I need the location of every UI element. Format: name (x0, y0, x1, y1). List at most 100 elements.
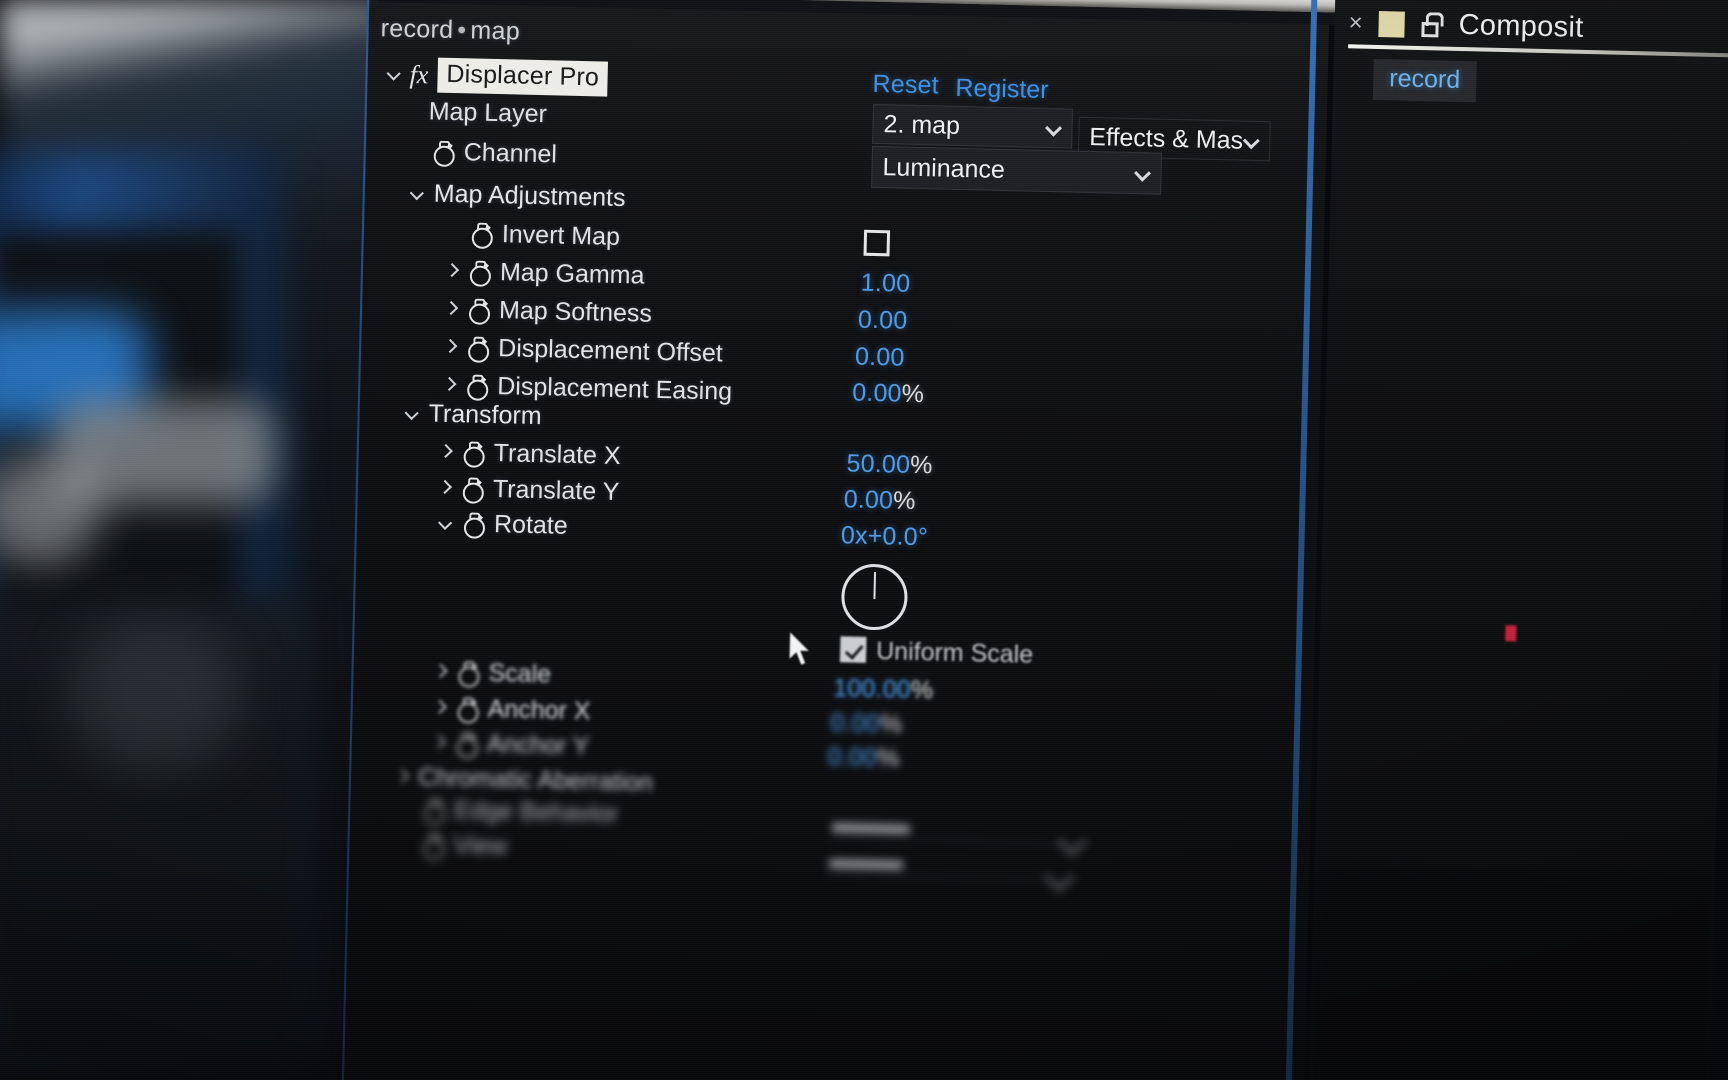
property-label: Rotate (493, 510, 569, 540)
effect-controls-panel: record • map fx Displacer Pro Reset Regist… (343, 0, 1338, 1080)
property-label: Translate Y (492, 475, 620, 507)
stopwatch-icon[interactable] (467, 298, 491, 325)
reset-button[interactable]: Reset (872, 70, 939, 101)
stopwatch-icon[interactable] (461, 440, 485, 468)
fx-icon[interactable]: fx (409, 59, 428, 89)
stopwatch-icon[interactable] (456, 660, 480, 688)
view-dropdown-line (824, 872, 1077, 881)
stopwatch-icon[interactable] (468, 260, 492, 287)
scale-value[interactable]: 100.00% (833, 674, 934, 705)
uniform-scale-label: Uniform Scale (875, 637, 1034, 669)
breadcrumb-comp[interactable]: record (380, 14, 453, 44)
translate-x-value[interactable]: 50.00% (846, 449, 933, 480)
chevron-right-icon[interactable] (433, 666, 446, 679)
channel-value: Luminance (882, 152, 1006, 184)
register-button[interactable]: Register (955, 74, 1049, 105)
invert-map-checkbox[interactable] (863, 229, 891, 257)
property-row-rotate[interactable]: Rotate (439, 509, 568, 541)
property-label: Anchor X (487, 694, 591, 726)
view-value[interactable] (829, 859, 904, 870)
property-row-scale[interactable]: Scale (433, 658, 551, 690)
property-row-map-gamma[interactable]: Map Gamma (445, 257, 645, 291)
property-label: Map Layer (428, 97, 548, 129)
property-label: Map Gamma (499, 258, 645, 290)
chevron-down-icon[interactable] (411, 187, 424, 200)
property-row-edge-behavior[interactable]: Edge Behavior (422, 795, 619, 829)
property-group-chromatic-aberration[interactable]: Chromatic Aberration (395, 763, 653, 798)
uniform-scale-checkbox[interactable] (839, 636, 867, 663)
chevron-down-icon[interactable] (439, 517, 452, 530)
chevron-right-icon[interactable] (395, 771, 408, 784)
property-label: Map Adjustments (433, 179, 626, 213)
composition-panel-title: Composit (1458, 8, 1584, 44)
lock-icon[interactable] (1420, 11, 1444, 39)
breadcrumb-layer[interactable]: map (470, 16, 520, 45)
property-label: Chromatic Aberration (417, 763, 654, 797)
displacement-easing-value[interactable]: 0.00% (852, 378, 925, 409)
composition-tab-record[interactable]: record (1372, 58, 1477, 103)
property-row-channel[interactable]: Channel (431, 138, 557, 170)
property-group-transform[interactable]: Transform (405, 399, 542, 431)
chevron-right-icon[interactable] (445, 265, 458, 278)
effect-header-row[interactable]: fx Displacer Pro (387, 56, 609, 97)
chevron-down-icon[interactable] (1057, 826, 1088, 857)
composition-tab-underline (1348, 44, 1728, 58)
map-softness-value[interactable]: 0.00 (858, 306, 908, 336)
translate-y-value[interactable]: 0.00% (843, 485, 916, 516)
property-row-translate-y[interactable]: Translate Y (438, 474, 620, 507)
stopwatch-icon[interactable] (465, 374, 489, 401)
chevron-down-icon[interactable] (1044, 862, 1075, 892)
property-row-invert-map[interactable]: Invert Map (470, 219, 621, 252)
chevron-right-icon[interactable] (444, 303, 457, 316)
chevron-right-icon[interactable] (433, 702, 446, 715)
stopwatch-icon[interactable] (470, 222, 494, 249)
chevron-right-icon[interactable] (443, 341, 456, 354)
property-row-displacement-offset[interactable]: Displacement Offset (443, 333, 723, 369)
stopwatch-icon[interactable] (422, 798, 446, 825)
mouse-cursor (788, 630, 812, 667)
property-row-map-layer[interactable]: Map Layer (428, 97, 547, 129)
stopwatch-icon[interactable] (466, 336, 490, 363)
value-unit: % (876, 744, 900, 773)
stopwatch-icon[interactable] (455, 731, 479, 759)
edge-behavior-value[interactable] (831, 823, 911, 834)
edge-behavior-dropdown-line (827, 837, 1088, 846)
map-gamma-value[interactable]: 1.00 (861, 269, 911, 299)
value-number: 0.00 (827, 743, 878, 773)
anchor-x-value[interactable]: 0.00% (830, 709, 903, 740)
map-layer-value: 2. map (883, 109, 961, 140)
close-icon[interactable]: × (1348, 9, 1363, 36)
chevron-down-icon[interactable] (387, 67, 400, 80)
composition-tab-label: record (1389, 64, 1461, 94)
property-row-view[interactable]: View (421, 830, 508, 861)
stopwatch-icon[interactable] (455, 696, 479, 724)
rotate-value[interactable]: 0x+0.0° (841, 521, 929, 552)
chevron-right-icon[interactable] (442, 379, 455, 392)
stopwatch-icon[interactable] (462, 511, 486, 539)
property-group-map-adjustments[interactable]: Map Adjustments (410, 179, 626, 213)
property-row-translate-x[interactable]: Translate X (438, 438, 621, 471)
stopwatch-icon[interactable] (461, 476, 485, 504)
channel-dropdown[interactable]: Luminance (871, 145, 1163, 195)
chevron-right-icon[interactable] (432, 737, 445, 750)
displacement-offset-value[interactable]: 0.00 (855, 343, 905, 373)
effect-name[interactable]: Displacer Pro (436, 57, 609, 97)
property-row-anchor-x[interactable]: Anchor X (432, 694, 591, 727)
property-row-anchor-y[interactable]: Anchor Y (432, 729, 590, 762)
chevron-right-icon[interactable] (438, 482, 451, 495)
background-lower-blob (70, 620, 240, 770)
property-label: Scale (488, 658, 552, 689)
anchor-y-value[interactable]: 0.00% (827, 743, 900, 774)
chevron-down-icon[interactable] (406, 407, 419, 420)
stopwatch-icon[interactable] (432, 140, 455, 167)
property-row-map-softness[interactable]: Map Softness (444, 295, 652, 329)
color-swatch-icon[interactable] (1378, 10, 1405, 38)
property-label: Invert Map (501, 220, 621, 251)
property-label: View (453, 831, 508, 861)
value-unit: % (892, 486, 916, 515)
stopwatch-icon[interactable] (421, 833, 445, 860)
chevron-down-icon (1045, 120, 1061, 136)
chevron-right-icon[interactable] (439, 446, 452, 459)
map-layer-dropdown[interactable]: 2. map (872, 103, 1074, 149)
rotation-dial[interactable] (840, 563, 909, 631)
